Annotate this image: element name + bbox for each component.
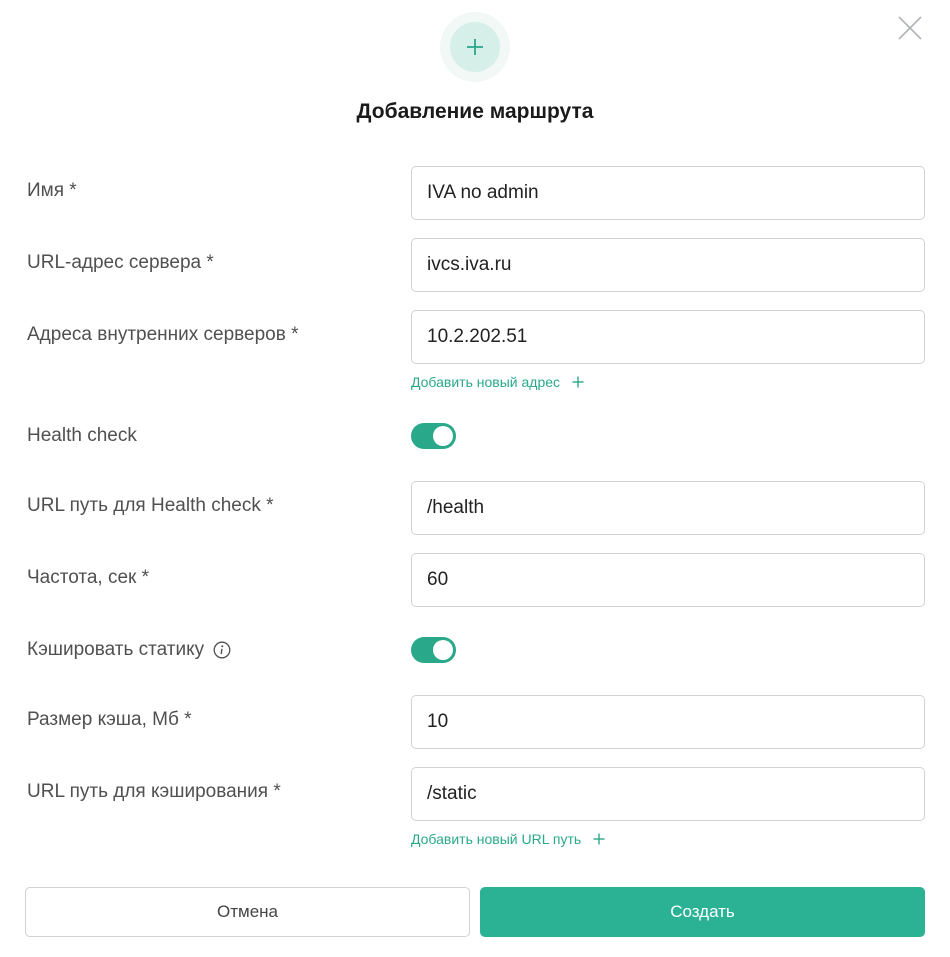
server-url-label: URL-адрес сервера *: [27, 252, 214, 273]
info-icon[interactable]: [213, 641, 231, 659]
cache-path-label: URL путь для кэширования *: [27, 781, 281, 802]
health-path-label: URL путь для Health check *: [27, 495, 274, 516]
server-url-input[interactable]: ivcs.iva.ru: [411, 238, 925, 292]
health-check-toggle[interactable]: [411, 423, 456, 449]
plus-icon: [572, 376, 584, 388]
dialog-title: Добавление маршрута: [356, 100, 594, 123]
add-url-path-link[interactable]: Добавить новый URL путь: [411, 831, 605, 847]
toggle-knob: [433, 426, 453, 446]
plus-icon: [593, 833, 605, 845]
name-label: Имя *: [27, 180, 77, 201]
frequency-input[interactable]: 60: [411, 553, 925, 607]
plus-icon: [467, 39, 483, 55]
cancel-button[interactable]: Отмена: [25, 887, 470, 937]
create-button[interactable]: Создать: [480, 887, 925, 937]
cache-static-toggle[interactable]: [411, 637, 456, 663]
toggle-knob: [433, 640, 453, 660]
cache-path-input[interactable]: /static: [411, 767, 925, 821]
add-address-label: Добавить новый адрес: [411, 374, 561, 390]
close-icon: [898, 16, 922, 40]
cache-static-label-row: Кэшировать статику: [27, 639, 231, 661]
header-icon-circle: [450, 22, 500, 72]
add-address-link[interactable]: Добавить новый адрес: [411, 374, 584, 390]
cache-size-input[interactable]: 10: [411, 695, 925, 749]
cache-static-label: Кэшировать статику: [27, 639, 205, 660]
internal-servers-label: Адреса внутренних серверов *: [27, 324, 299, 345]
header-icon-halo: [440, 12, 510, 82]
add-url-path-label: Добавить новый URL путь: [411, 831, 582, 847]
name-input[interactable]: IVA no admin: [411, 166, 925, 220]
frequency-label: Частота, сек *: [27, 567, 150, 588]
internal-servers-input[interactable]: 10.2.202.51: [411, 310, 925, 364]
health-path-input[interactable]: /health: [411, 481, 925, 535]
health-check-label: Health check: [27, 425, 137, 446]
cache-size-label: Размер кэша, Мб *: [27, 709, 192, 730]
close-button[interactable]: [896, 14, 924, 42]
